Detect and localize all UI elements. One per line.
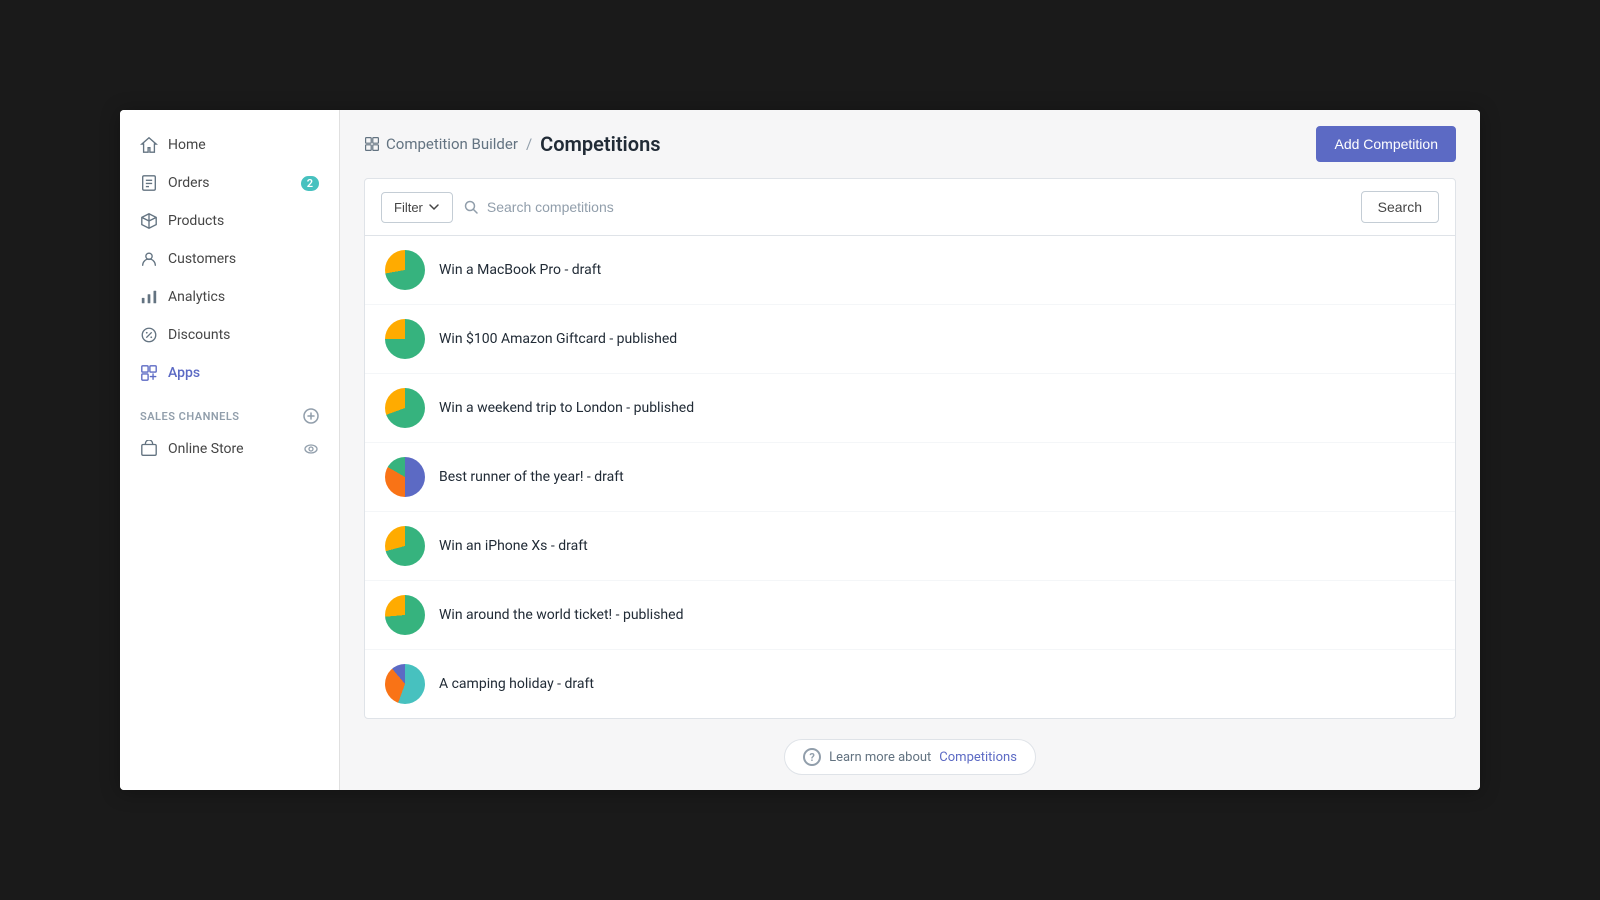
search-button[interactable]: Search bbox=[1361, 191, 1439, 223]
search-input[interactable] bbox=[487, 199, 1351, 215]
online-store-icon bbox=[140, 440, 158, 458]
search-input-wrap bbox=[463, 199, 1351, 215]
question-icon: ? bbox=[803, 748, 821, 766]
competition-title-4: Best runner of the year! - draft bbox=[439, 469, 624, 485]
orders-badge: 2 bbox=[301, 176, 319, 191]
competition-avatar-5 bbox=[385, 526, 425, 566]
customers-icon bbox=[140, 250, 158, 268]
learn-more-badge: ? Learn more about Competitions bbox=[784, 739, 1036, 775]
main-content: Competition Builder / Competitions Add C… bbox=[340, 110, 1480, 790]
footer-info: ? Learn more about Competitions bbox=[364, 719, 1456, 790]
page-header: Competition Builder / Competitions Add C… bbox=[340, 110, 1480, 178]
sidebar-item-home[interactable]: Home bbox=[120, 126, 339, 164]
competition-item[interactable]: Win $100 Amazon Giftcard - published bbox=[365, 305, 1455, 374]
competition-item[interactable]: A camping holiday - draft bbox=[365, 650, 1455, 718]
competition-item[interactable]: Win a MacBook Pro - draft bbox=[365, 236, 1455, 305]
filter-button[interactable]: Filter bbox=[381, 192, 453, 223]
discounts-icon bbox=[140, 326, 158, 344]
competition-title-7: A camping holiday - draft bbox=[439, 676, 594, 692]
content-area: Filter Search bbox=[340, 178, 1480, 790]
sales-channels-section: SALES CHANNELS bbox=[120, 392, 339, 430]
breadcrumb-current: Competitions bbox=[540, 132, 660, 156]
add-competition-button[interactable]: Add Competition bbox=[1316, 126, 1456, 162]
sidebar-item-online-store[interactable]: Online Store bbox=[120, 430, 339, 468]
sidebar-item-orders[interactable]: Orders 2 bbox=[120, 164, 339, 202]
breadcrumb: Competition Builder / Competitions bbox=[364, 132, 661, 156]
competition-list: Win a MacBook Pro - draft Win $100 Amazo… bbox=[365, 236, 1455, 718]
competition-title-5: Win an iPhone Xs - draft bbox=[439, 538, 588, 554]
discounts-label: Discounts bbox=[168, 327, 230, 343]
add-sales-channel-icon[interactable] bbox=[303, 408, 319, 424]
chevron-down-icon bbox=[428, 201, 440, 213]
sidebar: Home Orders 2 bbox=[120, 110, 340, 790]
online-store-eye-icon[interactable] bbox=[303, 441, 319, 457]
competition-title-2: Win $100 Amazon Giftcard - published bbox=[439, 331, 677, 347]
competition-item[interactable]: Win around the world ticket! - published bbox=[365, 581, 1455, 650]
products-icon bbox=[140, 212, 158, 230]
breadcrumb-separator: / bbox=[526, 135, 532, 153]
sidebar-item-products[interactable]: Products bbox=[120, 202, 339, 240]
sidebar-item-discounts[interactable]: Discounts bbox=[120, 316, 339, 354]
home-icon bbox=[140, 136, 158, 154]
breadcrumb-parent: Competition Builder bbox=[364, 135, 518, 153]
competitions-card: Filter Search bbox=[364, 178, 1456, 719]
orders-icon bbox=[140, 174, 158, 192]
analytics-icon bbox=[140, 288, 158, 306]
competition-avatar-6 bbox=[385, 595, 425, 635]
sidebar-item-customers[interactable]: Customers bbox=[120, 240, 339, 278]
competitions-link[interactable]: Competitions bbox=[939, 750, 1017, 765]
sidebar-item-analytics[interactable]: Analytics bbox=[120, 278, 339, 316]
competition-avatar-2 bbox=[385, 319, 425, 359]
competition-title-6: Win around the world ticket! - published bbox=[439, 607, 683, 623]
competition-item[interactable]: Best runner of the year! - draft bbox=[365, 443, 1455, 512]
sidebar-nav: Home Orders 2 bbox=[120, 110, 339, 790]
competition-avatar-3 bbox=[385, 388, 425, 428]
competition-title-1: Win a MacBook Pro - draft bbox=[439, 262, 601, 278]
competition-avatar-4 bbox=[385, 457, 425, 497]
competition-avatar-1 bbox=[385, 250, 425, 290]
apps-icon bbox=[140, 364, 158, 382]
search-bar: Filter Search bbox=[365, 179, 1455, 236]
competition-title-3: Win a weekend trip to London - published bbox=[439, 400, 694, 416]
competition-builder-icon bbox=[364, 136, 380, 152]
competition-item[interactable]: Win an iPhone Xs - draft bbox=[365, 512, 1455, 581]
sidebar-item-apps[interactable]: Apps bbox=[120, 354, 339, 392]
competition-avatar-7 bbox=[385, 664, 425, 704]
competition-item[interactable]: Win a weekend trip to London - published bbox=[365, 374, 1455, 443]
search-icon bbox=[463, 199, 479, 215]
